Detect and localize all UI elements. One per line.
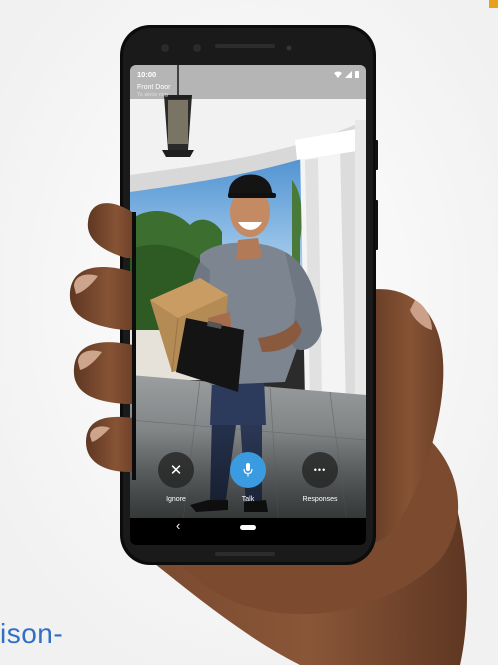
close-icon: ✕ (169, 462, 183, 479)
ignore-button[interactable]: ✕ (158, 452, 194, 488)
call-actions: ✕ Ignore Talk ••• Responses (130, 452, 366, 512)
microphone-icon (243, 463, 253, 477)
status-time: 10:00 (137, 69, 157, 79)
corner-accent (489, 0, 498, 8)
front-camera-icon (161, 44, 169, 52)
more-horizontal-icon: ••• (313, 465, 327, 475)
talk-action[interactable]: Talk (218, 452, 278, 503)
responses-action[interactable]: ••• Responses (290, 452, 350, 503)
talk-button[interactable] (230, 452, 266, 488)
battery-icon (355, 70, 359, 78)
speaker-grille (215, 44, 275, 48)
back-icon[interactable]: ‹ (176, 519, 180, 533)
talk-label: Talk (241, 496, 255, 503)
responses-label: Responses (302, 496, 338, 503)
status-bar: 10:00 (130, 65, 366, 83)
wifi-icon (334, 71, 342, 78)
camera-subtitle: 7s since ring (137, 92, 168, 98)
ignore-action[interactable]: ✕ Ignore (146, 452, 206, 503)
signal-icon (345, 70, 352, 78)
ignore-label: Ignore (166, 496, 186, 503)
camera-title: Front Door (137, 84, 171, 91)
responses-button[interactable]: ••• (302, 452, 338, 488)
cut-off-text: ison- (0, 618, 64, 649)
phone-screen: 10:00 Front Door 7s since ring ✕ Ignore … (130, 65, 366, 545)
